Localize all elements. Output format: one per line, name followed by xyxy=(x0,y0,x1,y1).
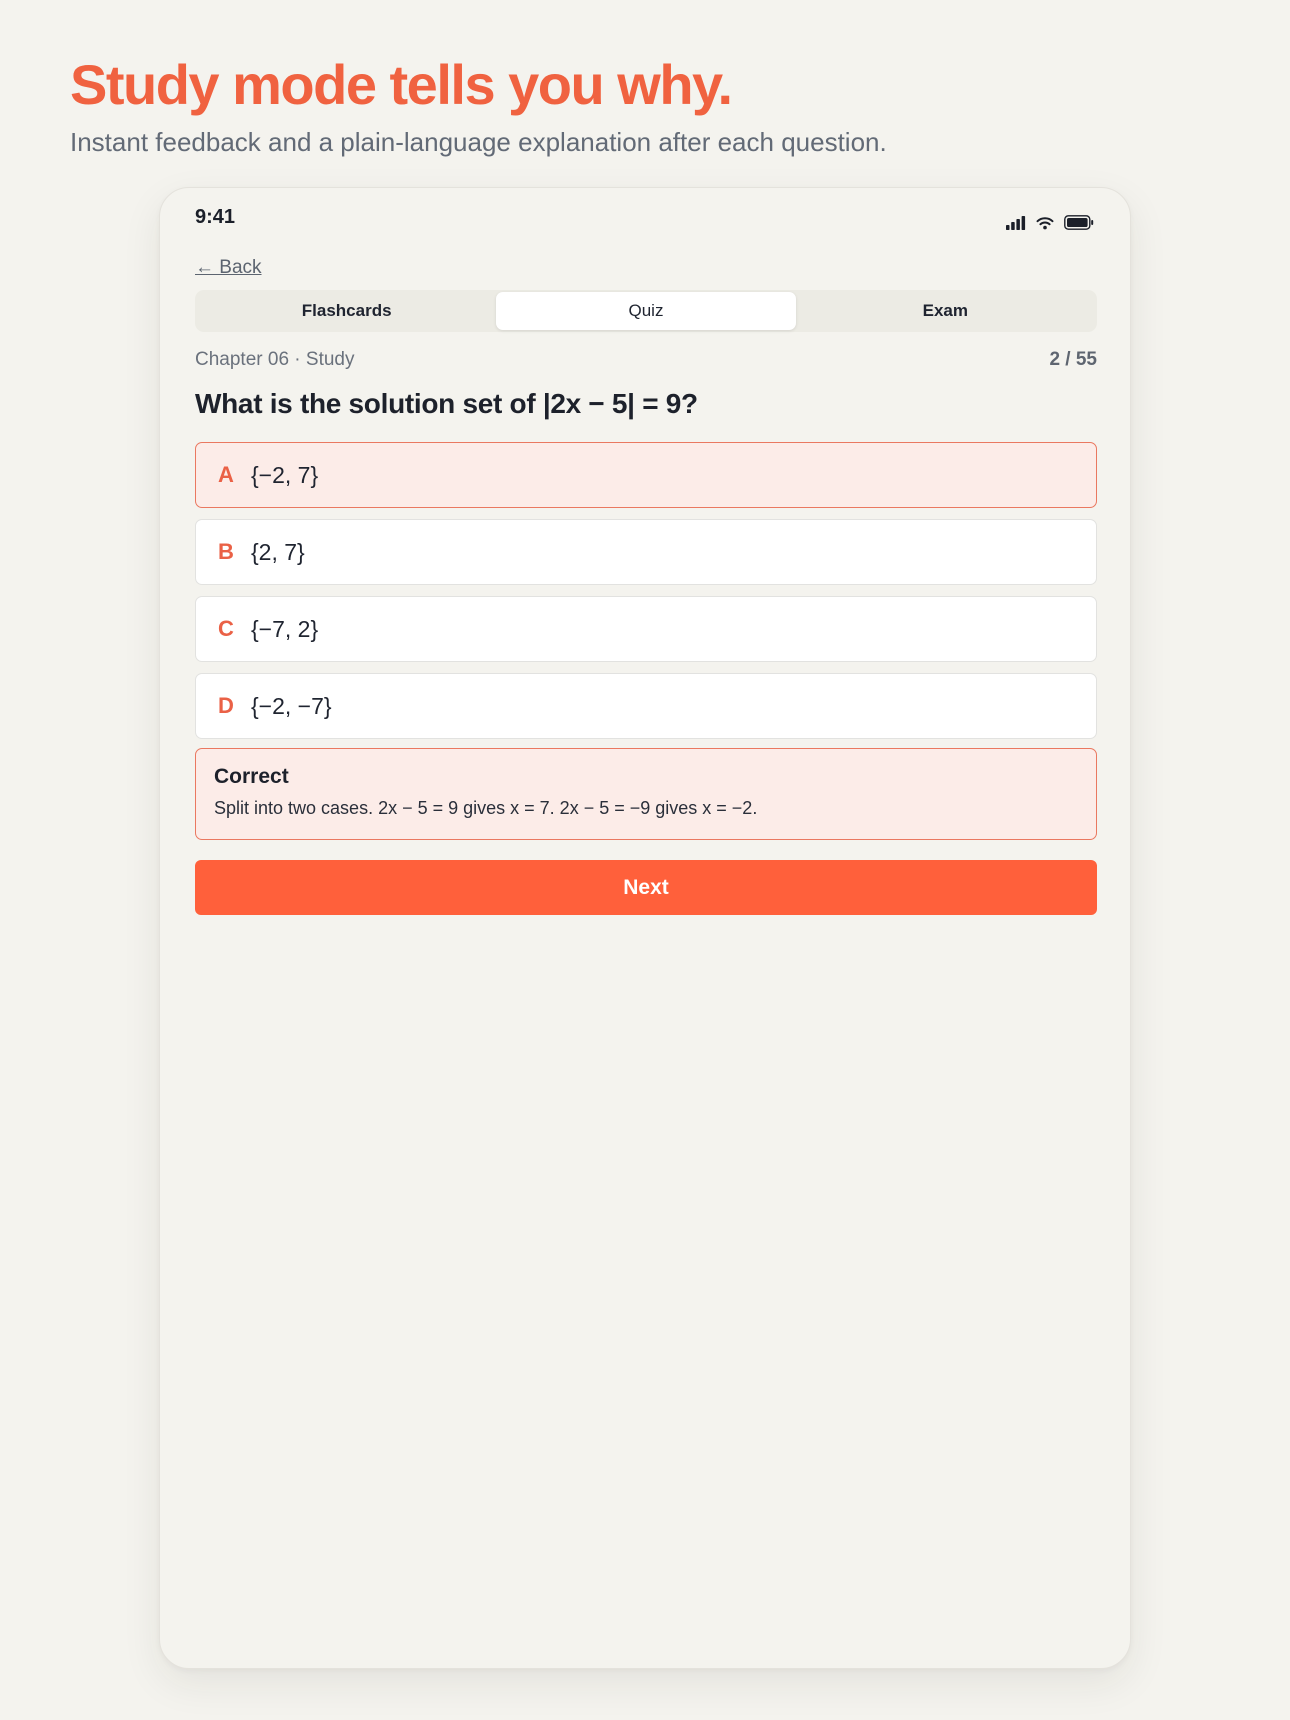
hero-subtitle: Instant feedback and a plain-language ex… xyxy=(70,127,887,157)
feedback-panel: Correct Split into two cases. 2x − 5 = 9… xyxy=(195,748,1097,840)
option-text: {−2, 7} xyxy=(251,461,319,488)
answer-options: A {−2, 7} B {2, 7} C {−7, 2} D {−2, −7} xyxy=(195,442,1097,750)
chapter-label: Chapter 06 · Study xyxy=(195,349,355,370)
tab-quiz[interactable]: Quiz xyxy=(496,292,796,330)
answer-option-d[interactable]: D {−2, −7} xyxy=(195,673,1097,739)
option-text: {−7, 2} xyxy=(251,615,319,642)
feedback-explanation: Split into two cases. 2x − 5 = 9 gives x… xyxy=(214,798,758,818)
battery-icon xyxy=(1064,215,1094,230)
option-letter: B xyxy=(218,539,234,564)
tab-exam[interactable]: Exam xyxy=(796,292,1095,330)
answer-option-b[interactable]: B {2, 7} xyxy=(195,519,1097,585)
progress-counter: 2 / 55 xyxy=(1049,349,1097,370)
option-text: {−2, −7} xyxy=(251,692,332,719)
next-button[interactable]: Next xyxy=(195,860,1097,915)
tablet-frame: 9:41 ← Back Flashcards Quiz Exam Chapter… xyxy=(159,187,1131,1669)
option-letter: C xyxy=(218,616,234,641)
wifi-icon xyxy=(1036,216,1054,230)
status-icons xyxy=(1006,215,1094,230)
hero-title: Study mode tells you why. xyxy=(70,53,733,116)
status-time: 9:41 xyxy=(195,206,236,228)
mode-tabs: Flashcards Quiz Exam xyxy=(195,290,1097,332)
answer-option-a[interactable]: A {−2, 7} xyxy=(195,442,1097,508)
question-meta: Chapter 06 · Study 2 / 55 xyxy=(195,349,1097,371)
question-text: What is the solution set of |2x − 5| = 9… xyxy=(195,388,698,419)
tab-flashcards[interactable]: Flashcards xyxy=(197,292,496,330)
cellular-signal-icon xyxy=(1006,215,1026,230)
answer-option-c[interactable]: C {−7, 2} xyxy=(195,596,1097,662)
option-letter: D xyxy=(218,693,234,718)
option-text: {2, 7} xyxy=(251,538,305,565)
option-letter: A xyxy=(218,462,234,487)
back-link[interactable]: ← Back xyxy=(195,257,262,279)
feedback-title: Correct xyxy=(214,765,289,788)
